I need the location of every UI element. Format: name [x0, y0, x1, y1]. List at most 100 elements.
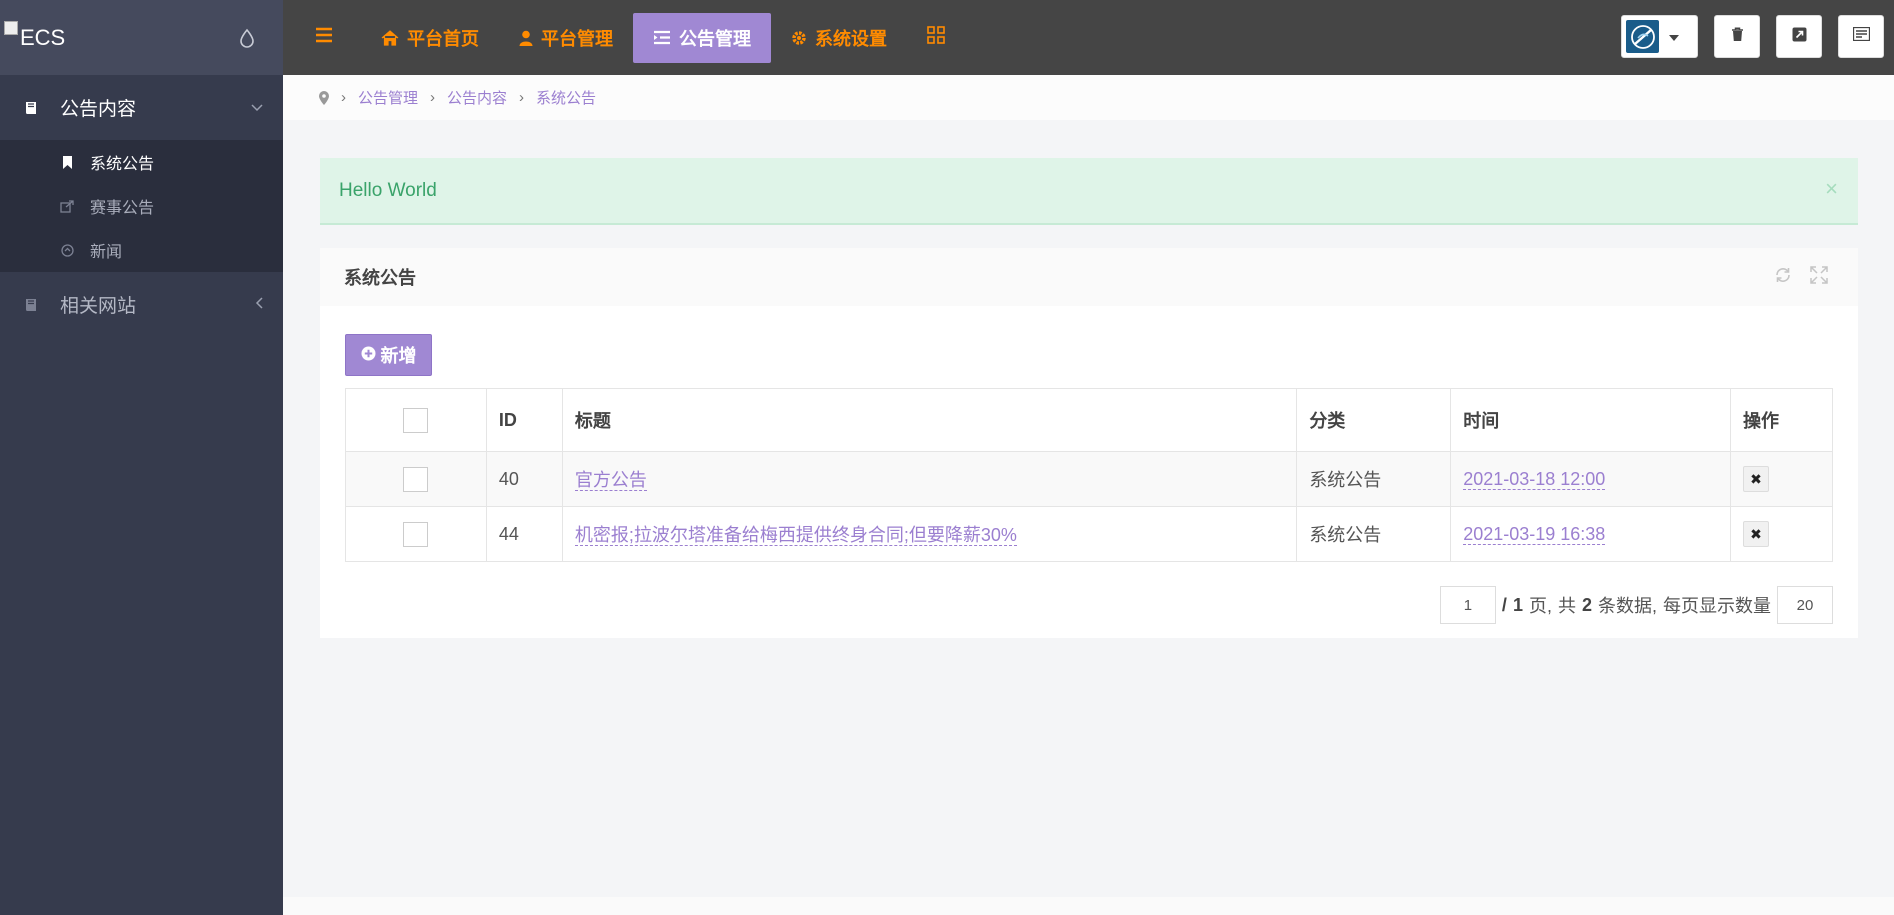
theme-drop-icon[interactable] — [239, 28, 255, 48]
sidebar-item-system-announcement[interactable]: 系统公告 — [0, 140, 283, 184]
row-actions-cell: ✖ — [1730, 506, 1833, 562]
column-header-time[interactable]: 时间 — [1450, 388, 1732, 452]
row-time-cell: 2021-03-19 16:38 — [1450, 506, 1732, 562]
page-size-input[interactable] — [1777, 586, 1833, 624]
breadcrumb: › 公告管理 › 公告内容 › 系统公告 — [283, 75, 1894, 120]
row-category: 系统公告 — [1296, 451, 1452, 507]
select-all-cell — [345, 388, 487, 452]
nav-label: 平台管理 — [541, 28, 613, 49]
layout-settings-button[interactable] — [1838, 15, 1884, 58]
breadcrumb-item[interactable]: 公告内容 — [447, 87, 507, 108]
pager-page-size-label: 每页显示数量 — [1663, 596, 1771, 616]
user-menu-button[interactable] — [1621, 15, 1698, 58]
nav-apps-grid[interactable] — [907, 13, 965, 63]
external-link-button[interactable] — [1776, 15, 1822, 58]
delete-button[interactable]: ✖ — [1743, 521, 1770, 547]
logo[interactable]: ECS — [4, 20, 65, 51]
add-button[interactable]: 新增 — [345, 334, 432, 376]
refresh-icon[interactable] — [1774, 266, 1792, 289]
list-icon — [653, 30, 671, 45]
chevron-down-icon — [251, 99, 263, 117]
row-time-link[interactable]: 2021-03-18 12:00 — [1463, 468, 1606, 490]
row-time-link[interactable]: 2021-03-19 16:38 — [1463, 523, 1606, 545]
fullscreen-icon[interactable] — [1810, 266, 1828, 289]
share-icon — [60, 199, 74, 213]
page-number-input[interactable] — [1439, 586, 1496, 624]
home-icon — [381, 29, 399, 46]
footer-strip — [283, 897, 1894, 915]
top-navbar: 平台首页 平台管理 公告管理 系统设置 — [283, 0, 1894, 75]
nav-platform-home[interactable]: 平台首页 — [361, 13, 499, 63]
row-id: 44 — [485, 506, 563, 562]
sidebar-item-event-announcement[interactable]: 赛事公告 — [0, 184, 283, 228]
panel-tools — [1774, 266, 1828, 289]
sidebar-item-label: 新闻 — [90, 244, 123, 261]
panel-title: 系统公告 — [344, 268, 416, 288]
circle-up-icon — [60, 243, 74, 257]
map-marker-icon — [319, 90, 329, 105]
row-title-link[interactable]: 机密报;拉波尔塔准备给梅西提供终身合同;但要降薪30% — [574, 525, 1017, 546]
logo-area: ECS — [0, 0, 283, 75]
nav-label: 平台首页 — [407, 28, 479, 49]
nav-platform-management[interactable]: 平台管理 — [499, 13, 633, 63]
nav-system-settings[interactable]: 系统设置 — [771, 13, 907, 63]
breadcrumb-item[interactable]: 公告管理 — [358, 87, 418, 108]
add-button-label: 新增 — [380, 346, 417, 366]
sidebar-item-label: 系统公告 — [90, 156, 155, 173]
close-icon: ✖ — [1750, 525, 1762, 542]
pagination: / 1 页, 共 2 条数据, 每页显示数量 — [1439, 586, 1833, 624]
hamburger-icon — [315, 27, 333, 48]
topbar-tools — [1621, 15, 1884, 58]
content-panel: 系统公告 新增 ID 标题 分类 时间 操作 40 官方公告 系统公告 2021… — [320, 248, 1858, 638]
row-category: 系统公告 — [1296, 506, 1452, 562]
menu-head-announcement[interactable]: 公告内容 — [0, 75, 283, 140]
success-alert: Hello World × — [320, 158, 1858, 225]
table-row: 40 官方公告 系统公告 2021-03-18 12:00 ✖ — [345, 451, 1833, 507]
column-header-category[interactable]: 分类 — [1296, 388, 1452, 452]
sidebar-item-news[interactable]: 新闻 — [0, 228, 283, 272]
grid-icon — [927, 26, 945, 49]
pager-total-count: 2 — [1581, 594, 1592, 615]
breadcrumb-separator-icon: › — [341, 89, 346, 106]
menu-head-related-sites[interactable]: 相关网站 — [0, 272, 283, 337]
gear-icon — [791, 30, 807, 46]
table-row: 44 机密报;拉波尔塔准备给梅西提供终身合同;但要降薪30% 系统公告 2021… — [345, 506, 1833, 562]
alert-text: Hello World — [339, 179, 437, 201]
column-header-id[interactable]: ID — [485, 388, 563, 452]
sidebar-item-label: 赛事公告 — [90, 200, 155, 217]
clear-cache-button[interactable] — [1714, 15, 1760, 58]
column-header-title[interactable]: 标题 — [561, 388, 1298, 452]
select-all-checkbox[interactable] — [403, 407, 429, 433]
pager-slash: / — [1501, 594, 1507, 615]
row-title-cell: 官方公告 — [561, 451, 1298, 507]
avatar — [1626, 20, 1659, 53]
breadcrumb-item-current[interactable]: 系统公告 — [536, 87, 596, 108]
row-title-cell: 机密报;拉波尔塔准备给梅西提供终身合同;但要降薪30% — [561, 506, 1298, 562]
pager-page-unit: 页, — [1528, 596, 1552, 616]
plus-circle-icon — [361, 345, 376, 366]
chevron-left-icon — [255, 296, 263, 314]
row-checkbox[interactable] — [403, 521, 429, 547]
row-id: 40 — [485, 451, 563, 507]
pager-total-pages: 1 — [1512, 594, 1523, 615]
pager-total-suffix: 条数据, — [1597, 596, 1657, 616]
close-icon[interactable]: × — [1825, 176, 1838, 202]
row-checkbox[interactable] — [403, 466, 429, 492]
sidebar: ECS 公告内容 系统公告 赛事公告 新闻 相关网站 — [0, 0, 283, 915]
book-icon — [22, 296, 40, 314]
breadcrumb-separator-icon: › — [519, 89, 525, 106]
row-title-link[interactable]: 官方公告 — [574, 470, 647, 491]
announcement-table: ID 标题 分类 时间 操作 40 官方公告 系统公告 2021-03-18 1… — [345, 388, 1833, 562]
external-link-icon — [1792, 27, 1807, 47]
nav-announcement-management[interactable]: 公告管理 — [633, 12, 771, 63]
broken-image-icon — [4, 20, 18, 35]
trash-icon — [1731, 26, 1744, 47]
delete-button[interactable]: ✖ — [1743, 466, 1770, 492]
book-icon — [22, 99, 40, 117]
nav-label: 系统设置 — [815, 28, 887, 49]
menu-group-announcement: 公告内容 系统公告 赛事公告 新闻 — [0, 75, 283, 272]
table-header-row: ID 标题 分类 时间 操作 — [345, 388, 1833, 452]
row-time-cell: 2021-03-18 12:00 — [1450, 451, 1732, 507]
menu-group-related-sites: 相关网站 — [0, 272, 283, 337]
menu-toggle-button[interactable] — [283, 13, 361, 63]
